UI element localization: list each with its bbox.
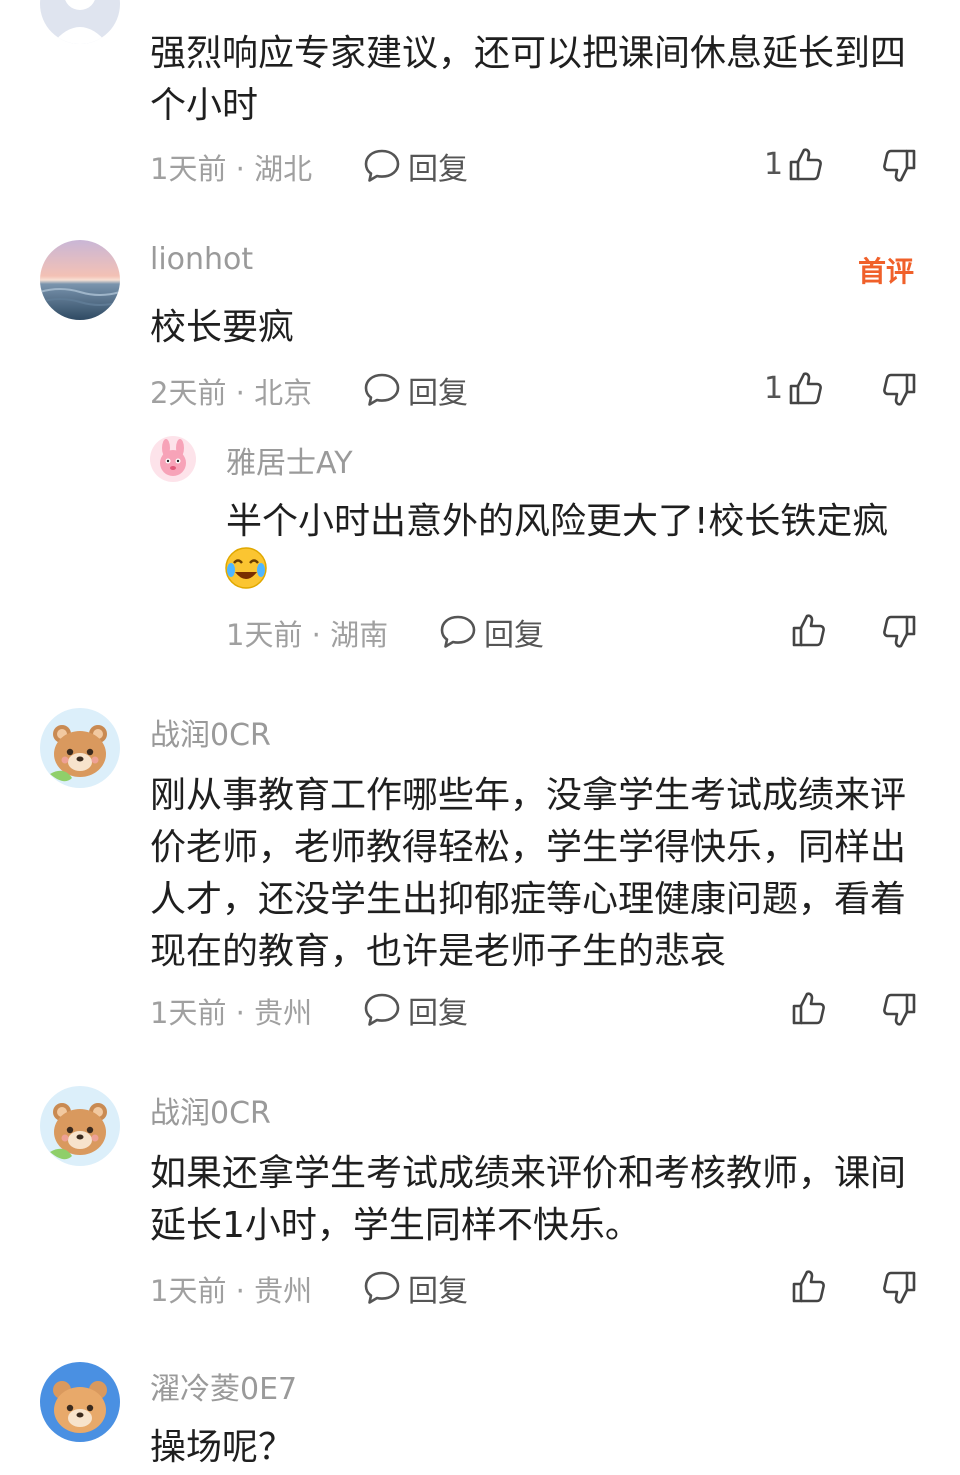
thumbs-up-icon [785,144,825,184]
comment-text: 操场呢？ [150,1427,295,1468]
comment-meta: 1天前 · 贵州 [150,1274,313,1308]
username[interactable]: lionhot [150,242,253,277]
thumbs-up-icon[interactable] [788,610,828,650]
username[interactable]: 雅居士AY [226,438,353,482]
thumbs-down-icon[interactable] [880,612,920,652]
avatar[interactable] [40,1086,120,1166]
thumbs-up-icon[interactable] [788,988,828,1028]
username[interactable]: 战润0CR [150,710,271,754]
like-count: 1 [764,146,784,182]
comment-text: 强烈响应专家建议，还可以把课间休息延长到四个小时 [150,33,907,126]
reply-label: 回复 [408,376,468,411]
avatar[interactable] [40,0,120,44]
avatar[interactable] [40,708,120,788]
thumbs-down-icon[interactable] [880,990,920,1030]
comment-meta: 1天前 · 贵州 [150,996,313,1030]
chat-bubble-icon [362,990,402,1030]
comment-text: 半个小时出意外的风险更大了!校长铁定疯 [226,501,889,542]
reply-label: 回复 [408,996,468,1031]
avatar[interactable] [150,436,196,482]
comment-text: 刚从事教育工作哪些年，没拿学生考试成绩来评价老师，老师教得轻松，学生学得快乐，同… [150,775,907,972]
chat-bubble-icon [362,370,402,410]
thumbs-down-icon[interactable] [880,370,920,410]
reply-button[interactable]: 回复 [438,612,544,653]
thumbs-down-icon[interactable] [880,1268,920,1308]
like-button[interactable]: 1 [764,144,825,184]
first-comment-badge: 首评 [858,255,915,288]
reply-label: 回复 [408,152,468,187]
chat-bubble-icon [362,146,402,186]
username[interactable]: 濯冷菱0E7 [150,1364,297,1408]
avatar[interactable] [40,1362,120,1442]
reply-button[interactable]: 回复 [362,370,468,411]
comment-meta: 1天前 · 湖北 [150,152,313,186]
comment-text: 校长要疯 [150,307,295,348]
thumbs-up-icon[interactable] [788,1266,828,1306]
avatar[interactable] [40,240,120,320]
reply-button[interactable]: 回复 [362,1268,468,1309]
comment-meta: 1天前 · 湖南 [226,618,389,652]
laughing-crying-emoji-icon [225,547,267,589]
username[interactable]: 战润0CR [150,1088,271,1132]
reply-button[interactable]: 回复 [362,990,468,1031]
reply-label: 回复 [484,618,544,653]
reply-button[interactable]: 回复 [362,146,468,187]
thumbs-up-icon [785,368,825,408]
comment-text: 如果还拿学生考试成绩来评价和考核教师，课间延长1小时，学生同样不快乐。 [150,1153,907,1246]
chat-bubble-icon [362,1268,402,1308]
like-button[interactable]: 1 [764,368,825,408]
reply-label: 回复 [408,1274,468,1309]
thumbs-down-icon[interactable] [880,146,920,186]
chat-bubble-icon [438,612,478,652]
like-count: 1 [764,370,784,406]
comment-meta: 2天前 · 北京 [150,376,313,410]
